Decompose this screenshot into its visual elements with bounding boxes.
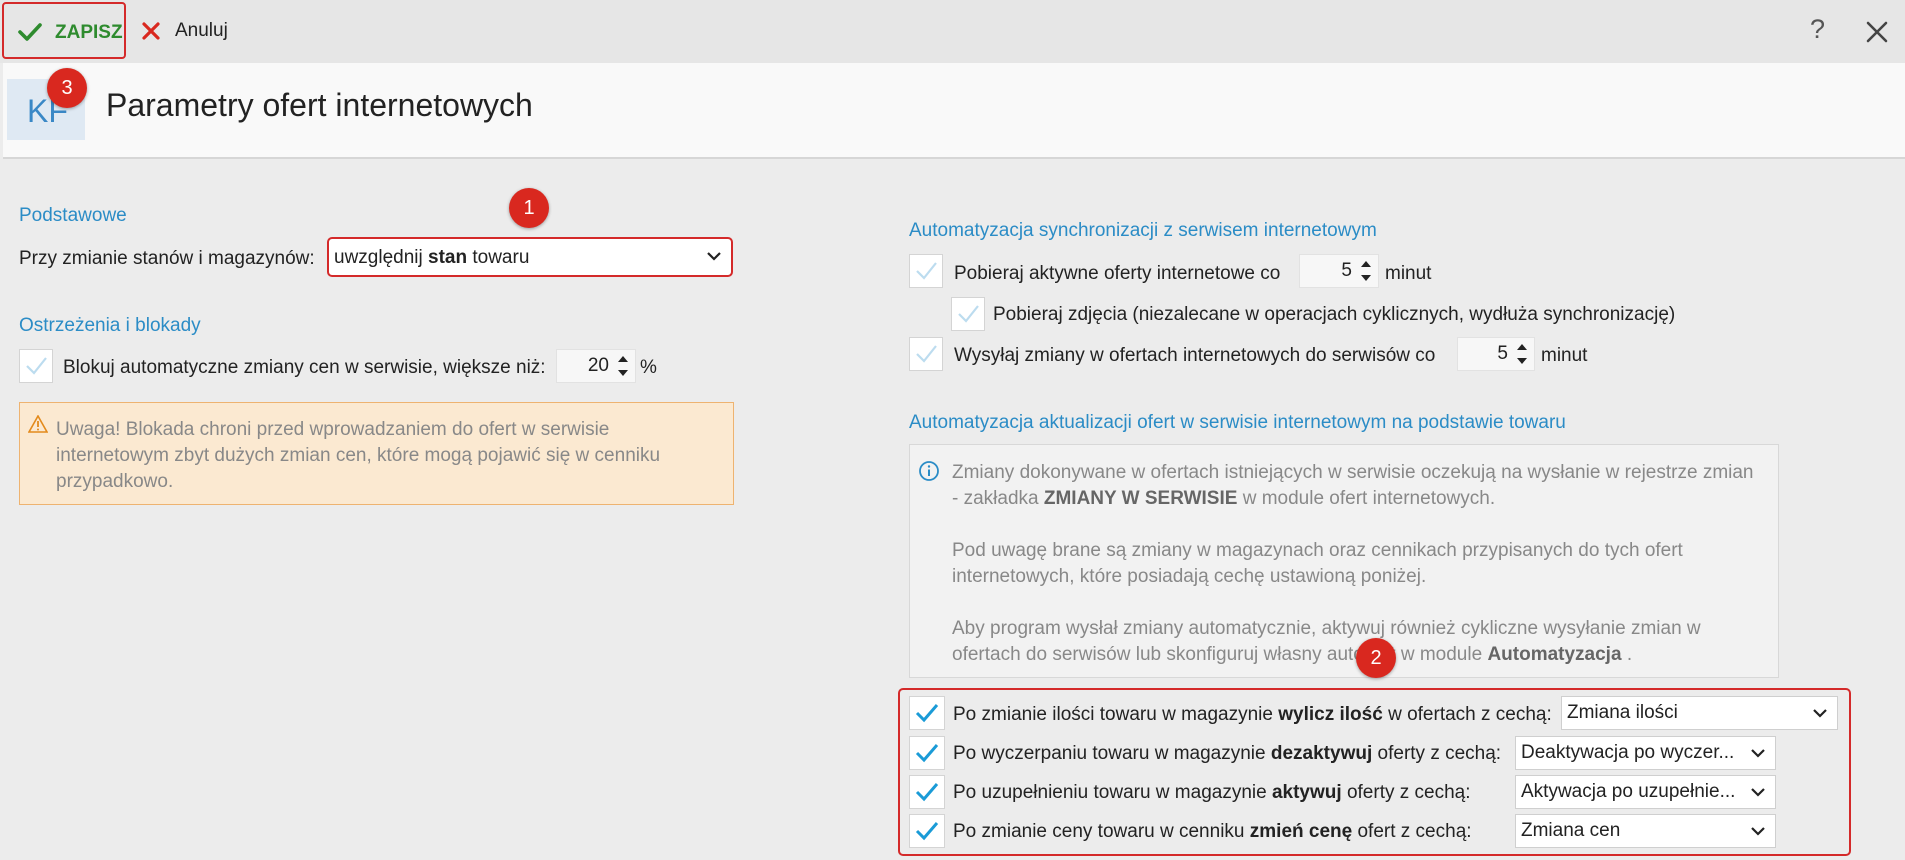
fetch-interval-unit: minut bbox=[1385, 263, 1432, 284]
checkmark-icon bbox=[915, 704, 939, 723]
info-notice: Zmiany dokonywane w ofertach istniejącyc… bbox=[909, 444, 1779, 678]
step-badge-1: 1 bbox=[509, 188, 549, 228]
chevron-down-icon bbox=[1813, 709, 1827, 718]
chevron-down-icon bbox=[1751, 788, 1765, 797]
send-interval-unit: minut bbox=[1541, 345, 1588, 366]
warning-text: Uwaga! Blokada chroni przed wprowadzanie… bbox=[56, 419, 661, 492]
send-interval-value: 5 bbox=[1497, 343, 1508, 364]
section-basic-title: Podstawowe bbox=[19, 205, 127, 226]
spin-down-icon[interactable] bbox=[1361, 275, 1371, 281]
chevron-down-icon bbox=[1751, 749, 1765, 758]
rule-price-select[interactable]: Zmiana cen bbox=[1515, 814, 1776, 848]
rule-activate-checkbox[interactable] bbox=[909, 775, 945, 809]
send-interval-spinner[interactable]: 5 bbox=[1457, 337, 1535, 371]
section-warnings-title: Ostrzeżenia i blokady bbox=[19, 315, 201, 336]
rule-quantity-value: Zmiana ilości bbox=[1567, 702, 1678, 723]
fetch-interval-value: 5 bbox=[1341, 260, 1352, 281]
rule-price-value: Zmiana cen bbox=[1521, 820, 1621, 841]
rule-deactivate-select[interactable]: Deaktywacja po wyczer... bbox=[1515, 736, 1776, 770]
page-title: Parametry ofert internetowych bbox=[106, 87, 533, 123]
rule-activate-value: Aktywacja po uzupełnie... bbox=[1521, 781, 1736, 802]
block-percent-unit: % bbox=[640, 357, 657, 378]
toolbar: ZAPISZ Anuluj ? bbox=[0, 0, 1905, 63]
fetch-photos-label: Pobieraj zdjęcia (niezalecane w operacja… bbox=[993, 304, 1676, 325]
rule-activate-label: Po uzupełnieniu towaru w magazynie aktyw… bbox=[953, 782, 1471, 803]
send-changes-checkbox[interactable] bbox=[909, 337, 943, 371]
section-update-title: Automatyzacja aktualizacji ofert w serwi… bbox=[909, 412, 1566, 433]
close-window-icon[interactable] bbox=[1866, 21, 1888, 43]
warning-notice: Uwaga! Blokada chroni przed wprowadzanie… bbox=[19, 402, 734, 505]
rule-quantity-label: Po zmianie ilości towaru w magazynie wyl… bbox=[953, 704, 1552, 725]
block-price-label: Blokuj automatyczne zmiany cen w serwisi… bbox=[63, 357, 546, 378]
spin-up-icon[interactable] bbox=[1361, 261, 1371, 267]
checkmark-icon bbox=[915, 822, 939, 841]
info-icon bbox=[919, 461, 939, 481]
save-button[interactable]: ZAPISZ bbox=[2, 2, 126, 59]
rule-deactivate-label: Po wyczerpaniu towaru w magazynie dezakt… bbox=[953, 743, 1502, 764]
chevron-down-icon bbox=[707, 252, 721, 261]
rule-price-checkbox[interactable] bbox=[909, 814, 945, 848]
fetch-photos-checkbox[interactable] bbox=[951, 297, 985, 331]
block-percent-value: 20 bbox=[587, 355, 609, 376]
help-icon[interactable]: ? bbox=[1810, 14, 1825, 45]
spin-up-icon[interactable] bbox=[1517, 344, 1527, 350]
step-badge-3: 3 bbox=[47, 68, 87, 108]
checkmark-icon bbox=[916, 345, 937, 363]
step-badge-2: 2 bbox=[1356, 638, 1396, 678]
info-paragraph-1: Zmiany dokonywane w ofertach istniejącyc… bbox=[952, 462, 1754, 509]
save-label: ZAPISZ bbox=[55, 22, 123, 43]
cancel-button[interactable]: Anuluj bbox=[175, 20, 228, 42]
checkmark-icon bbox=[915, 783, 939, 802]
fetch-interval-spinner[interactable]: 5 bbox=[1299, 254, 1379, 288]
stock-mode-select[interactable]: uwzględnij stan towaru bbox=[327, 237, 733, 277]
checkmark-icon bbox=[18, 23, 42, 41]
rule-deactivate-value: Deaktywacja po wyczer... bbox=[1521, 742, 1735, 763]
fetch-offers-checkbox[interactable] bbox=[909, 254, 943, 288]
spin-down-icon[interactable] bbox=[618, 370, 628, 376]
close-x-icon[interactable] bbox=[142, 22, 160, 40]
checkmark-icon bbox=[915, 744, 939, 763]
stock-mode-value: uwzględnij stan towaru bbox=[334, 247, 530, 268]
checkmark-icon bbox=[916, 262, 937, 280]
page-header: KF Parametry ofert internetowych bbox=[3, 63, 1905, 159]
section-sync-title: Automatyzacja synchronizacji z serwisem … bbox=[909, 220, 1377, 241]
fetch-offers-label: Pobieraj aktywne oferty internetowe co bbox=[954, 263, 1281, 284]
warning-triangle-icon bbox=[28, 415, 48, 433]
spin-down-icon[interactable] bbox=[1517, 358, 1527, 364]
rule-price-label: Po zmianie ceny towaru w cenniku zmień c… bbox=[953, 821, 1472, 842]
rule-quantity-select[interactable]: Zmiana ilości bbox=[1561, 696, 1838, 730]
rule-quantity-checkbox[interactable] bbox=[909, 696, 945, 730]
checkmark-icon bbox=[26, 357, 47, 375]
chevron-down-icon bbox=[1751, 827, 1765, 836]
spin-up-icon[interactable] bbox=[618, 356, 628, 362]
send-changes-label: Wysyłaj zmiany w ofertach internetowych … bbox=[954, 345, 1436, 366]
rule-deactivate-checkbox[interactable] bbox=[909, 736, 945, 770]
stock-change-label: Przy zmianie stanów i magazynów: bbox=[19, 248, 315, 269]
rule-activate-select[interactable]: Aktywacja po uzupełnie... bbox=[1515, 775, 1776, 809]
checkmark-icon bbox=[958, 305, 979, 323]
block-percent-spinner[interactable]: 20 bbox=[556, 349, 636, 383]
block-price-checkbox[interactable] bbox=[19, 349, 53, 383]
info-paragraph-2: Pod uwagę brane są zmiany w magazynach o… bbox=[952, 540, 1683, 587]
